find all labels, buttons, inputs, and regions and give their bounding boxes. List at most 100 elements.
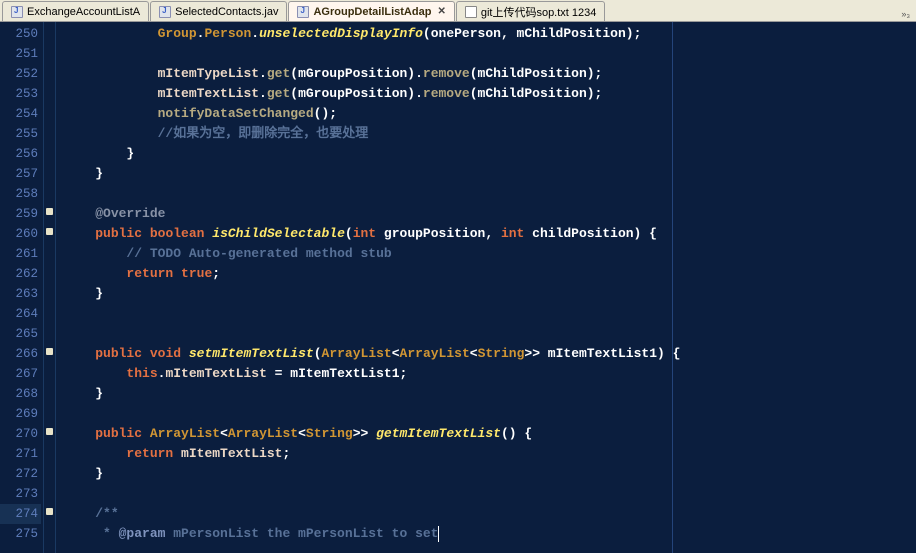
code-line[interactable] xyxy=(64,184,916,204)
change-marker-icon xyxy=(46,428,53,435)
line-number: 265 xyxy=(0,324,41,344)
token: remove xyxy=(423,66,470,81)
line-number: 250 xyxy=(0,24,41,44)
token: () { xyxy=(501,426,532,441)
token: * xyxy=(64,526,119,541)
code-line[interactable]: public ArrayList<ArrayList<String>> getm… xyxy=(64,424,916,444)
token xyxy=(64,506,95,521)
code-line[interactable]: mItemTextList.get(mGroupPosition).remove… xyxy=(64,84,916,104)
code-line[interactable]: * @param mPersonList the mPersonList to … xyxy=(64,524,916,544)
token: Person xyxy=(204,26,251,41)
token xyxy=(64,446,126,461)
token: ( xyxy=(290,86,298,101)
marker-row xyxy=(44,42,55,62)
close-icon[interactable]: ✕ xyxy=(437,6,445,17)
editor-tab-bar: ExchangeAccountListA SelectedContacts.ja… xyxy=(0,0,916,22)
line-number: 272 xyxy=(0,464,41,484)
tab-label: AGroupDetailListAdap xyxy=(313,6,431,18)
code-line[interactable] xyxy=(64,484,916,504)
token: @Override xyxy=(95,206,165,221)
code-line[interactable]: // TODO Auto-generated method stub xyxy=(64,244,916,264)
token xyxy=(64,226,95,241)
code-line[interactable]: @Override xyxy=(64,204,916,224)
code-line[interactable]: /** xyxy=(64,504,916,524)
token: onePerson xyxy=(431,26,501,41)
marker-row xyxy=(44,102,55,122)
line-number: 255 xyxy=(0,124,41,144)
token: >> xyxy=(353,426,376,441)
marker-row xyxy=(44,22,55,42)
code-line[interactable]: } xyxy=(64,164,916,184)
token xyxy=(142,346,150,361)
token: setmItemTextList xyxy=(189,346,314,361)
token: true xyxy=(181,266,212,281)
token: = mItemTextList1; xyxy=(267,366,407,381)
token: } xyxy=(64,166,103,181)
marker-row xyxy=(44,282,55,302)
code-line[interactable] xyxy=(64,324,916,344)
code-line[interactable]: } xyxy=(64,144,916,164)
code-line[interactable] xyxy=(64,404,916,424)
line-number: 256 xyxy=(0,144,41,164)
code-line[interactable]: } xyxy=(64,384,916,404)
marker-row xyxy=(44,402,55,422)
line-number: 261 xyxy=(0,244,41,264)
token: // xyxy=(126,246,149,261)
tab-exchange-account[interactable]: ExchangeAccountListA xyxy=(2,1,149,21)
line-number: 267 xyxy=(0,364,41,384)
token: Auto-generated method stub xyxy=(181,246,392,261)
code-editor[interactable]: Group.Person.unselectedDisplayInfo(onePe… xyxy=(56,22,916,553)
marker-row xyxy=(44,162,55,182)
code-line[interactable]: } xyxy=(64,464,916,484)
line-number: 274 xyxy=(0,504,41,524)
token: void xyxy=(150,346,181,361)
token xyxy=(64,366,126,381)
token xyxy=(181,346,189,361)
marker-strip[interactable] xyxy=(44,22,56,553)
code-line[interactable]: return mItemTextList; xyxy=(64,444,916,464)
line-number: 266 xyxy=(0,344,41,364)
token: childPosition) { xyxy=(524,226,657,241)
code-line[interactable]: public boolean isChildSelectable(int gro… xyxy=(64,224,916,244)
token: , xyxy=(501,26,517,41)
code-line[interactable]: //如果为空，即删除完全，也要处理 xyxy=(64,124,916,144)
line-number: 251 xyxy=(0,44,41,64)
code-line[interactable] xyxy=(64,304,916,324)
code-line[interactable]: this.mItemTextList = mItemTextList1; xyxy=(64,364,916,384)
tab-overflow-button[interactable]: »₃ xyxy=(895,7,916,21)
marker-row xyxy=(44,362,55,382)
tab-git-sop-txt[interactable]: git上传代码sop.txt 1234 xyxy=(456,1,606,21)
tab-agroup-detail[interactable]: AGroupDetailListAdap ✕ xyxy=(288,1,454,21)
token: String xyxy=(478,346,525,361)
code-line[interactable]: } xyxy=(64,284,916,304)
token: } xyxy=(64,386,103,401)
token xyxy=(142,226,150,241)
token: < xyxy=(470,346,478,361)
token: } xyxy=(64,146,134,161)
marker-row xyxy=(44,342,55,362)
marker-row xyxy=(44,302,55,322)
line-number: 262 xyxy=(0,264,41,284)
token: public xyxy=(95,226,142,241)
token xyxy=(173,446,181,461)
change-marker-icon xyxy=(46,348,53,355)
token xyxy=(173,266,181,281)
line-number: 263 xyxy=(0,284,41,304)
code-line[interactable] xyxy=(64,44,916,64)
code-line[interactable]: mItemTypeList.get(mGroupPosition).remove… xyxy=(64,64,916,84)
tab-selected-contacts[interactable]: SelectedContacts.jav xyxy=(150,1,287,21)
token: } xyxy=(64,286,103,301)
line-number-gutter[interactable]: 2502512522532542552562572582592602612622… xyxy=(0,22,44,553)
token: mItemTypeList xyxy=(158,66,259,81)
code-line[interactable]: notifyDataSetChanged(); xyxy=(64,104,916,124)
token: int xyxy=(353,226,376,241)
code-line[interactable]: return true; xyxy=(64,264,916,284)
code-line[interactable]: public void setmItemTextList(ArrayList<A… xyxy=(64,344,916,364)
token: return xyxy=(126,446,173,461)
token: . xyxy=(259,86,267,101)
marker-row xyxy=(44,502,55,522)
token: get xyxy=(267,66,290,81)
token: < xyxy=(220,426,228,441)
code-line[interactable]: Group.Person.unselectedDisplayInfo(onePe… xyxy=(64,24,916,44)
token: int xyxy=(501,226,524,241)
